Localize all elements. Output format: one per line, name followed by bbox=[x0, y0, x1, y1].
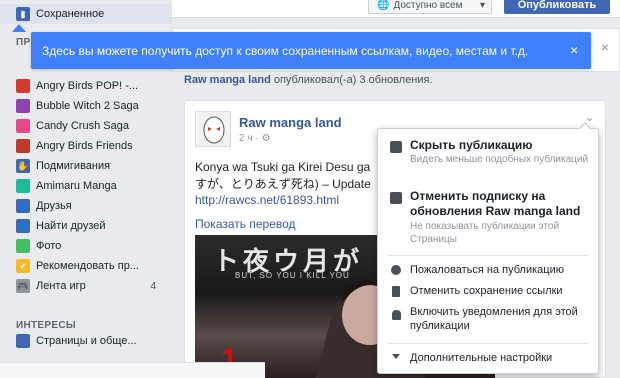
recommend-pages-icon: ✔ bbox=[16, 259, 30, 273]
bell-icon bbox=[392, 310, 401, 320]
sidebar-item-saved[interactable]: ▮ Сохраненное bbox=[0, 4, 172, 24]
chevron-down-icon bbox=[392, 354, 400, 359]
post-options-menu: Скрыть публикацию Видеть меньше подобных… bbox=[377, 122, 599, 374]
feed-story-line: Raw manga land опубликовал(-а) 3 обновле… bbox=[184, 74, 433, 86]
see-translation-link[interactable]: Показать перевод bbox=[195, 217, 296, 231]
tooltip-text: Здесь вы можете получить доступ к своим … bbox=[42, 43, 529, 58]
sidebar-item-candy-crush[interactable]: Candy Crush Saga bbox=[0, 116, 172, 136]
menu-item-label: Отменить сохранение ссылки bbox=[410, 285, 563, 297]
interests-header: ИНТЕРЕСЫ bbox=[16, 320, 76, 331]
pokes-icon: ✋ bbox=[16, 159, 30, 173]
games-feed-icon: 🎮 bbox=[16, 279, 30, 293]
chevron-down-icon: ▾ bbox=[479, 0, 485, 11]
feed-page-link[interactable]: Raw manga land bbox=[184, 74, 271, 86]
games-feed-count: 4 bbox=[150, 280, 156, 292]
bubble-witch-icon bbox=[16, 99, 30, 113]
feed-action-text: опубликовал(-а) 3 обновления. bbox=[273, 74, 433, 86]
find-friends-icon: 👤 bbox=[16, 219, 30, 233]
angry-birds-pop-icon bbox=[16, 79, 30, 93]
sidebar-item-label: Angry Birds Friends bbox=[36, 140, 133, 152]
sidebar-item-pokes[interactable]: ✋ Подмигивания bbox=[0, 156, 172, 176]
hide-x-icon bbox=[390, 141, 402, 153]
post-time-text: 2 ч · bbox=[239, 133, 262, 144]
tooltip-close-icon[interactable]: × bbox=[570, 43, 578, 57]
mask-avatar-icon bbox=[203, 116, 225, 144]
menu-item-label: Пожаловаться на публикацию bbox=[410, 264, 564, 276]
page-avatar[interactable] bbox=[195, 111, 231, 147]
sidebar-item-angry-birds-pop[interactable]: Angry Birds POP! -... bbox=[0, 76, 172, 96]
angry-birds-friends-icon bbox=[16, 139, 30, 153]
sidebar-item-photos[interactable]: Фото bbox=[0, 236, 172, 256]
bookmark-icon bbox=[392, 286, 400, 297]
post-timestamp[interactable]: 2 ч · ⚙ bbox=[239, 133, 270, 144]
globe-small-icon: ⚙ bbox=[261, 133, 271, 144]
sidebar-item-label: Angry Birds POP! -... bbox=[36, 80, 139, 92]
sidebar-item-label: Candy Crush Saga bbox=[36, 120, 129, 132]
menu-item-title: Отменить подписку на обновления Raw mang… bbox=[410, 189, 581, 218]
sidebar-item-amimaru-manga[interactable]: Amimaru Manga bbox=[0, 176, 172, 196]
bookmark-icon: ▮ bbox=[16, 7, 30, 21]
sidebar-item-label: Найти друзей bbox=[36, 220, 106, 232]
saved-tooltip: Здесь вы можете получить доступ к своим … bbox=[31, 32, 591, 69]
candy-crush-icon bbox=[16, 119, 30, 133]
menu-divider bbox=[388, 343, 588, 344]
sidebar-item-find-friends[interactable]: 👤 Найти друзей bbox=[0, 216, 172, 236]
tooltip-arrow bbox=[12, 24, 26, 32]
publish-button[interactable]: Опубликовать bbox=[504, 0, 610, 14]
sidebar-item-label: Bubble Witch 2 Saga bbox=[36, 100, 139, 112]
bottom-chat-bar[interactable] bbox=[0, 362, 265, 378]
menu-item-subtitle: Видеть меньше подобных публикаций bbox=[410, 154, 589, 165]
menu-item-subtitle: Не показывать публикации этой Страницы bbox=[410, 221, 560, 245]
sidebar-item-games-feed[interactable]: 🎮 Лента игр 4 bbox=[0, 276, 172, 296]
sidebar-item-angry-birds-friends[interactable]: Angry Birds Friends bbox=[0, 136, 172, 156]
pages-lists-icon bbox=[16, 334, 30, 348]
menu-item-title: Скрыть публикацию bbox=[410, 138, 533, 152]
sidebar-item-label: Рекомендовать пр... bbox=[36, 260, 139, 272]
photos-icon bbox=[16, 239, 30, 253]
sidebar-item-label: Подмигивания bbox=[36, 160, 111, 172]
post-link[interactable]: http://rawcs.net/61893.html bbox=[195, 193, 339, 207]
report-alert-icon bbox=[391, 265, 401, 275]
close-icon[interactable]: × bbox=[598, 40, 612, 54]
sidebar-item-friends[interactable]: 👤 Друзья bbox=[0, 196, 172, 216]
sidebar-item-label: Друзья bbox=[36, 200, 72, 212]
sidebar-item-bubble-witch[interactable]: Bubble Witch 2 Saga bbox=[0, 96, 172, 116]
sidebar-item-label: Сохраненное bbox=[36, 8, 105, 20]
menu-item-label: Включить уведомления для этой публикации bbox=[410, 306, 578, 332]
post-page-name[interactable]: Raw manga land bbox=[239, 115, 342, 130]
friends-icon: 👤 bbox=[16, 199, 30, 213]
sidebar-item-label: Фото bbox=[36, 240, 62, 252]
amimaru-manga-icon bbox=[16, 179, 30, 193]
menu-divider bbox=[388, 255, 588, 256]
privacy-selector[interactable]: 🌐 Доступно всем ▾ bbox=[368, 0, 492, 14]
sidebar-item-label: Amimaru Manga bbox=[36, 180, 117, 192]
sidebar-item-label: Лента игр bbox=[36, 280, 86, 292]
composer-bar: 🌐 Доступно всем ▾ Опубликовать bbox=[172, 0, 620, 18]
globe-icon: 🌐 bbox=[377, 0, 390, 11]
sidebar-item-label: Страницы и обще... bbox=[36, 335, 137, 347]
sidebar-item-pages-lists[interactable]: Страницы и обще... bbox=[0, 331, 172, 351]
unfollow-icon bbox=[390, 192, 402, 204]
sidebar-item-recommend-pages[interactable]: ✔ Рекомендовать пр... bbox=[0, 256, 172, 276]
menu-caret-inner bbox=[579, 124, 591, 130]
menu-item-label: Дополнительные настройки bbox=[410, 352, 553, 364]
privacy-label: Доступно всем bbox=[393, 0, 463, 11]
